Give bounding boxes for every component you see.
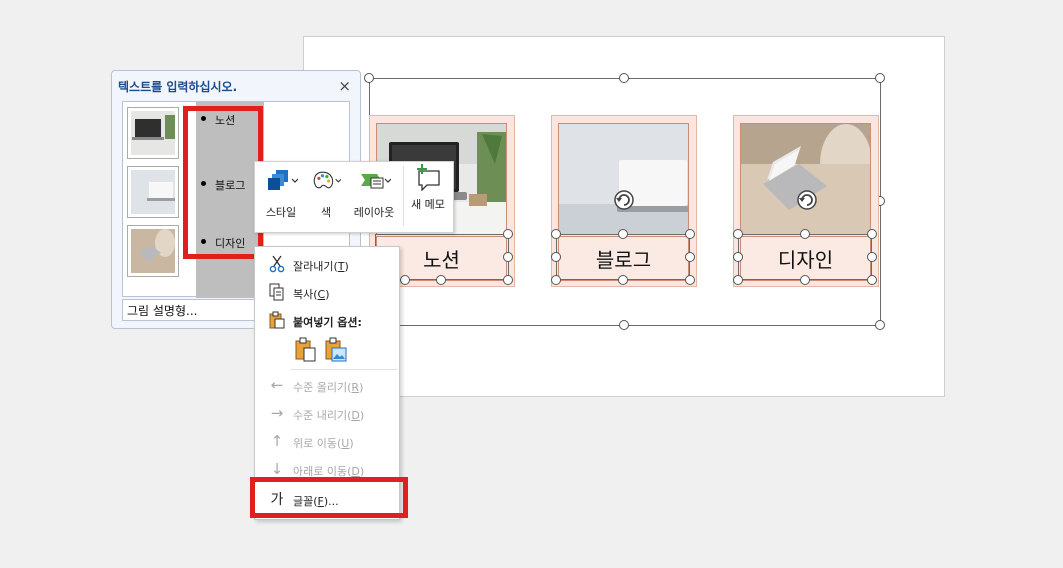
highlight-box-font <box>250 477 408 518</box>
comment-add-icon <box>417 164 440 191</box>
label-selection-frame <box>556 234 690 280</box>
layout-name-field[interactable]: 그림 설명형... <box>122 299 272 321</box>
menu-separator <box>291 369 397 370</box>
resize-handle[interactable] <box>551 275 561 285</box>
resize-handle[interactable] <box>733 229 743 239</box>
resize-handle[interactable] <box>503 229 513 239</box>
resize-handle[interactable] <box>618 275 628 285</box>
smartart-style-icon <box>268 170 298 190</box>
resize-handle-tr[interactable] <box>875 73 885 83</box>
resize-handle-bm[interactable] <box>619 320 629 330</box>
resize-handle[interactable] <box>867 229 877 239</box>
color-button[interactable]: 색 <box>311 166 341 220</box>
arrow-right-icon: → <box>270 404 284 422</box>
arrow-up-icon: ↑ <box>270 432 284 450</box>
highlight-box-bullets <box>183 106 263 259</box>
resize-handle[interactable] <box>436 275 446 285</box>
card-photo-laptop-white[interactable] <box>558 123 689 235</box>
resize-handle-tm[interactable] <box>619 73 629 83</box>
text-pane-title: 텍스트를 입력하십시오. <box>118 80 238 94</box>
resize-handle[interactable] <box>685 252 695 262</box>
resize-handle-br[interactable] <box>875 320 885 330</box>
resize-handle-tl[interactable] <box>364 73 374 83</box>
close-icon[interactable]: × <box>338 77 351 95</box>
resize-handle[interactable] <box>733 252 743 262</box>
toolbar-separator <box>403 166 404 226</box>
mini-toolbar: 스타일 색 레이아웃 새 메모 <box>254 161 454 233</box>
layout-button[interactable]: 레이아웃 <box>349 166 399 220</box>
menu-item-cut[interactable]: 잘라내기(T) <box>255 250 399 278</box>
resize-handle[interactable] <box>800 275 810 285</box>
picture-placeholder-thumb[interactable] <box>127 166 179 218</box>
resize-handle[interactable] <box>867 252 877 262</box>
copy-icon <box>267 282 287 302</box>
resize-handle[interactable] <box>685 229 695 239</box>
menu-item-move-up[interactable]: ↑ 위로 이동(U) <box>255 427 399 455</box>
resize-handle[interactable] <box>685 275 695 285</box>
arrow-left-icon: ← <box>270 376 284 394</box>
resize-handle[interactable] <box>551 229 561 239</box>
resize-handle[interactable] <box>503 252 513 262</box>
arrow-down-icon: ↓ <box>270 460 284 478</box>
scissors-icon <box>267 254 287 274</box>
menu-item-demote[interactable]: → 수준 내리기(D) <box>255 399 399 427</box>
resize-handle[interactable] <box>551 252 561 262</box>
picture-placeholder-thumb[interactable] <box>127 225 179 277</box>
paste-keep-format-icon[interactable] <box>295 337 317 363</box>
menu-item-paste-options: 붙여넣기 옵션: <box>255 306 399 334</box>
paste-picture-icon[interactable] <box>325 337 347 363</box>
palette-icon <box>313 171 341 189</box>
resize-handle[interactable] <box>800 229 810 239</box>
rotate-handle-icon[interactable] <box>796 189 818 211</box>
menu-item-promote[interactable]: ← 수준 올리기(R) <box>255 371 399 399</box>
style-button[interactable]: 스타일 <box>261 166 301 220</box>
rotate-handle-icon[interactable] <box>613 189 635 211</box>
picture-placeholder-thumb[interactable] <box>127 107 179 159</box>
resize-handle[interactable] <box>733 275 743 285</box>
card-photo-laptop-sofa[interactable] <box>740 123 871 235</box>
resize-handle[interactable] <box>503 275 513 285</box>
layout-icon <box>361 174 391 189</box>
paste-icon <box>267 310 287 330</box>
menu-item-copy[interactable]: 복사(C) <box>255 278 399 306</box>
new-comment-button[interactable]: 새 메모 <box>405 162 451 212</box>
resize-handle[interactable] <box>867 275 877 285</box>
resize-handle[interactable] <box>400 275 410 285</box>
label-selection-frame <box>738 234 872 280</box>
resize-handle[interactable] <box>618 229 628 239</box>
